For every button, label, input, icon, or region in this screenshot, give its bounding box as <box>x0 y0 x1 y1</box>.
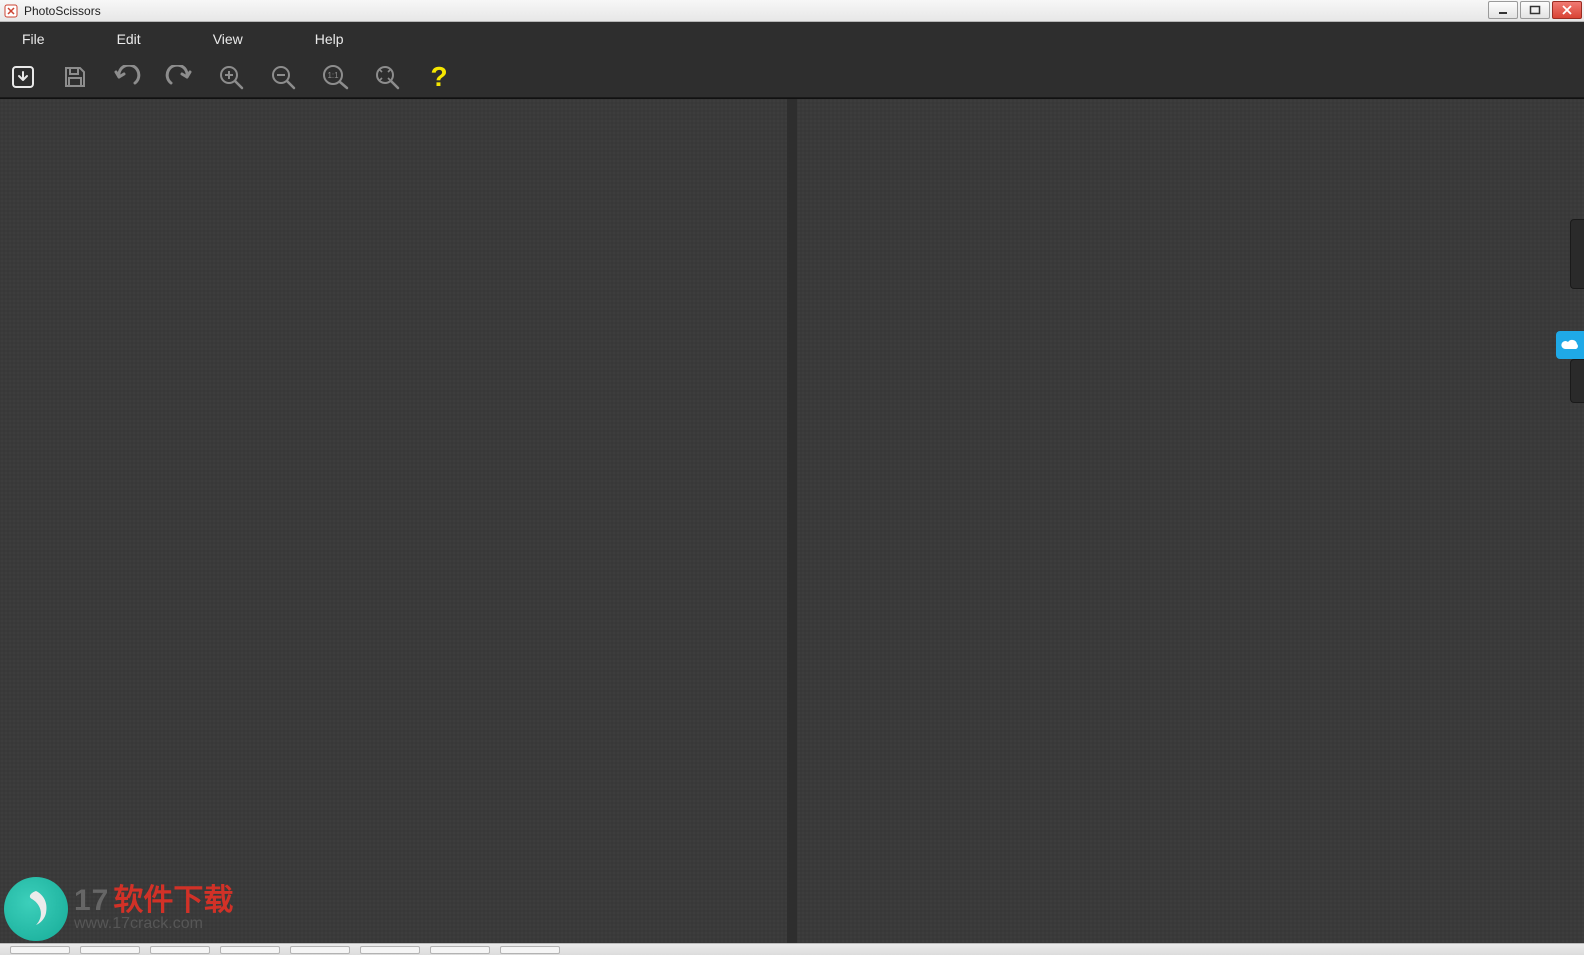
side-handle-mid[interactable] <box>1570 359 1584 403</box>
undo-icon <box>113 65 141 89</box>
taskbar-item[interactable] <box>220 946 280 954</box>
save-icon <box>62 64 88 90</box>
taskbar-item[interactable] <box>430 946 490 954</box>
zoom-in-button[interactable] <box>214 60 248 94</box>
zoom-fit-button[interactable] <box>370 60 404 94</box>
minimize-icon <box>1497 5 1509 15</box>
taskbar-item[interactable] <box>10 946 70 954</box>
app-icon <box>4 4 18 18</box>
cloud-side-tab[interactable] <box>1556 331 1584 359</box>
taskbar-item[interactable] <box>80 946 140 954</box>
menu-view[interactable]: View <box>201 25 255 53</box>
open-folder-icon <box>10 64 36 90</box>
svg-text:1:1: 1:1 <box>327 71 339 80</box>
zoom-fit-icon <box>374 64 400 90</box>
titlebar: PhotoScissors <box>0 0 1584 22</box>
zoom-actual-button[interactable]: 1:1 <box>318 60 352 94</box>
right-panel <box>797 99 1584 943</box>
zoom-out-icon <box>270 64 296 90</box>
toolbar: 1:1 ? <box>0 56 1584 98</box>
redo-icon <box>165 65 193 89</box>
taskbar <box>0 943 1584 955</box>
minimize-button[interactable] <box>1488 1 1518 19</box>
menu-edit[interactable]: Edit <box>105 25 153 53</box>
taskbar-item[interactable] <box>290 946 350 954</box>
undo-button[interactable] <box>110 60 144 94</box>
zoom-actual-icon: 1:1 <box>321 64 349 90</box>
workspace: 17软件下载 www.17crack.com <box>0 98 1584 943</box>
menu-file[interactable]: File <box>10 25 57 53</box>
menu-help[interactable]: Help <box>303 25 356 53</box>
open-button[interactable] <box>6 60 40 94</box>
menubar: File Edit View Help <box>0 22 1584 56</box>
help-icon: ? <box>430 63 447 91</box>
zoom-out-button[interactable] <box>266 60 300 94</box>
window-controls <box>1488 1 1582 19</box>
help-button[interactable]: ? <box>422 60 456 94</box>
side-handle-top[interactable] <box>1570 219 1584 289</box>
taskbar-item[interactable] <box>150 946 210 954</box>
close-icon <box>1561 5 1573 15</box>
maximize-icon <box>1529 5 1541 15</box>
redo-button[interactable] <box>162 60 196 94</box>
panel-divider[interactable] <box>787 99 797 943</box>
zoom-in-icon <box>218 64 244 90</box>
save-button[interactable] <box>58 60 92 94</box>
taskbar-item[interactable] <box>500 946 560 954</box>
close-button[interactable] <box>1552 1 1582 19</box>
left-panel <box>0 99 787 943</box>
taskbar-item[interactable] <box>360 946 420 954</box>
maximize-button[interactable] <box>1520 1 1550 19</box>
window-title: PhotoScissors <box>24 4 101 18</box>
cloud-icon <box>1560 337 1580 353</box>
